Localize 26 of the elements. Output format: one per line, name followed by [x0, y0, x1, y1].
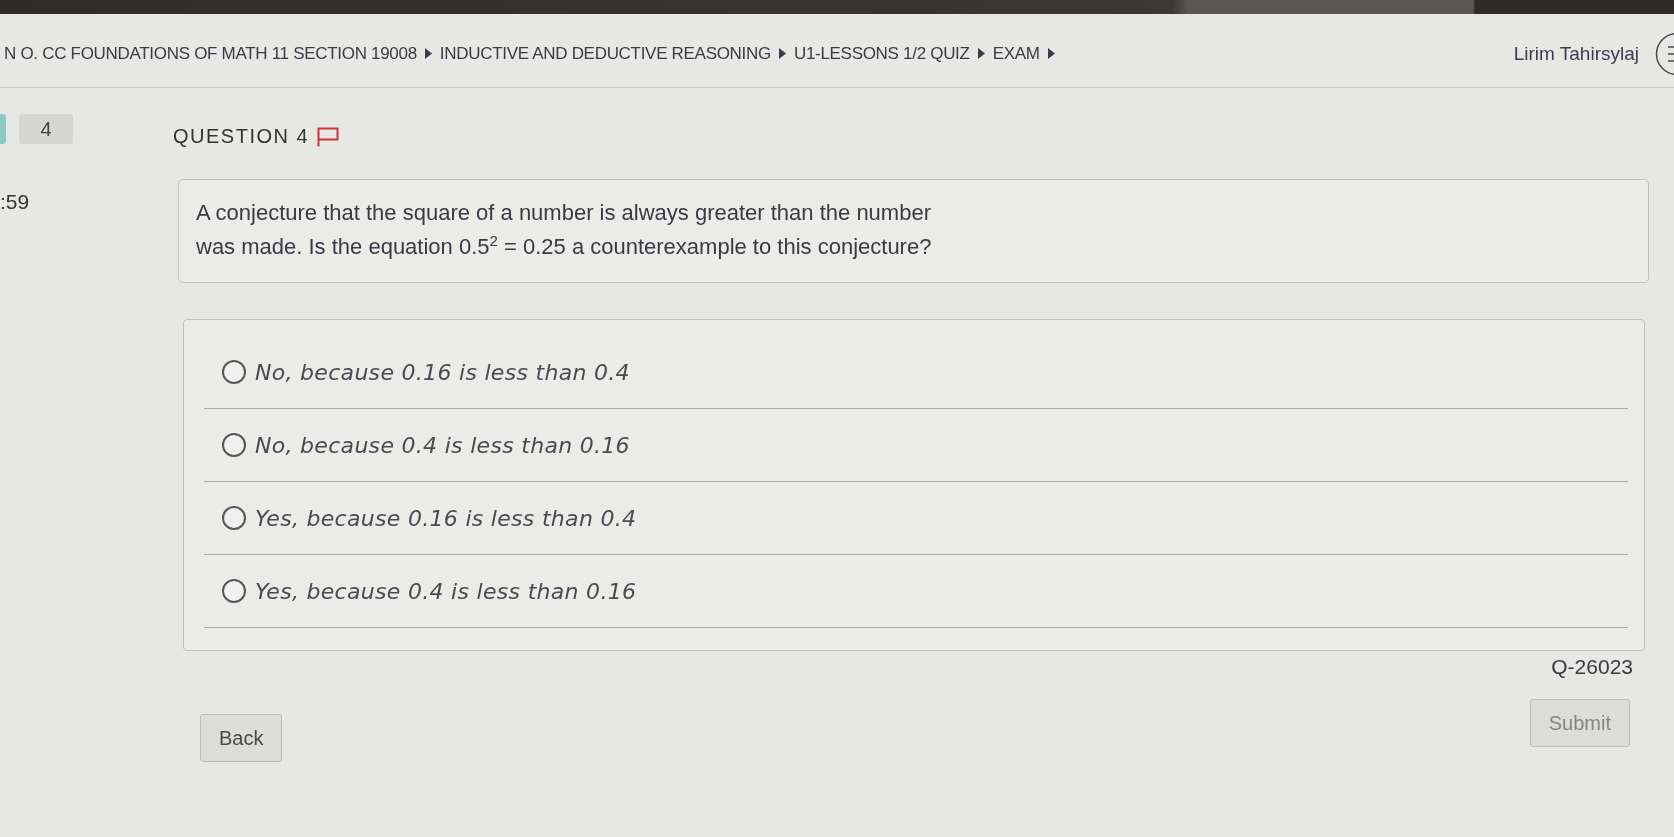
breadcrumb-link[interactable]: EXAM [992, 43, 1040, 64]
question-tile[interactable]: 4 [19, 114, 73, 144]
question-tile[interactable] [0, 114, 6, 144]
user-name: Lirim Tahirsylaj [1513, 42, 1639, 65]
radio-button[interactable] [222, 506, 246, 530]
question-id: Q-26023 [1551, 655, 1633, 678]
breadcrumb-link[interactable]: N O. CC FOUNDATIONS OF MATH 11 SECTION 19008 [4, 43, 417, 64]
breadcrumb-link[interactable]: INDUCTIVE AND DEDUCTIVE REASONING [439, 43, 771, 64]
caret-icon [424, 48, 432, 59]
timer-text: :59 [0, 190, 30, 214]
radio-button[interactable] [222, 579, 246, 603]
answer-label[interactable]: No, because 0.16 is less than 0.4 [255, 359, 630, 385]
flag-icon[interactable] [317, 126, 340, 147]
caret-icon [1047, 48, 1055, 59]
question-heading: QUESTION 4 [173, 125, 310, 148]
back-button[interactable]: Back [200, 714, 283, 762]
answer-label[interactable]: Yes, because 0.16 is less than 0.4 [255, 505, 637, 531]
radio-button[interactable] [222, 433, 246, 457]
caret-icon [977, 48, 985, 59]
answer-label[interactable]: Yes, because 0.4 is less than 0.16 [255, 578, 637, 604]
menu-icon [1655, 31, 1674, 76]
breadcrumb-link[interactable]: U1-LESSONS 1/2 QUIZ [793, 43, 970, 64]
caret-icon [778, 48, 786, 59]
radio-button[interactable] [222, 360, 246, 384]
question-text: A conjecture that the square of a number is always greater than the number was made. Is the equation 0.5$^{2}$ = 0.25 a counterexample to this conjecture? [196, 199, 933, 261]
answer-label[interactable]: No, because 0.4 is less than 0.16 [255, 432, 630, 458]
